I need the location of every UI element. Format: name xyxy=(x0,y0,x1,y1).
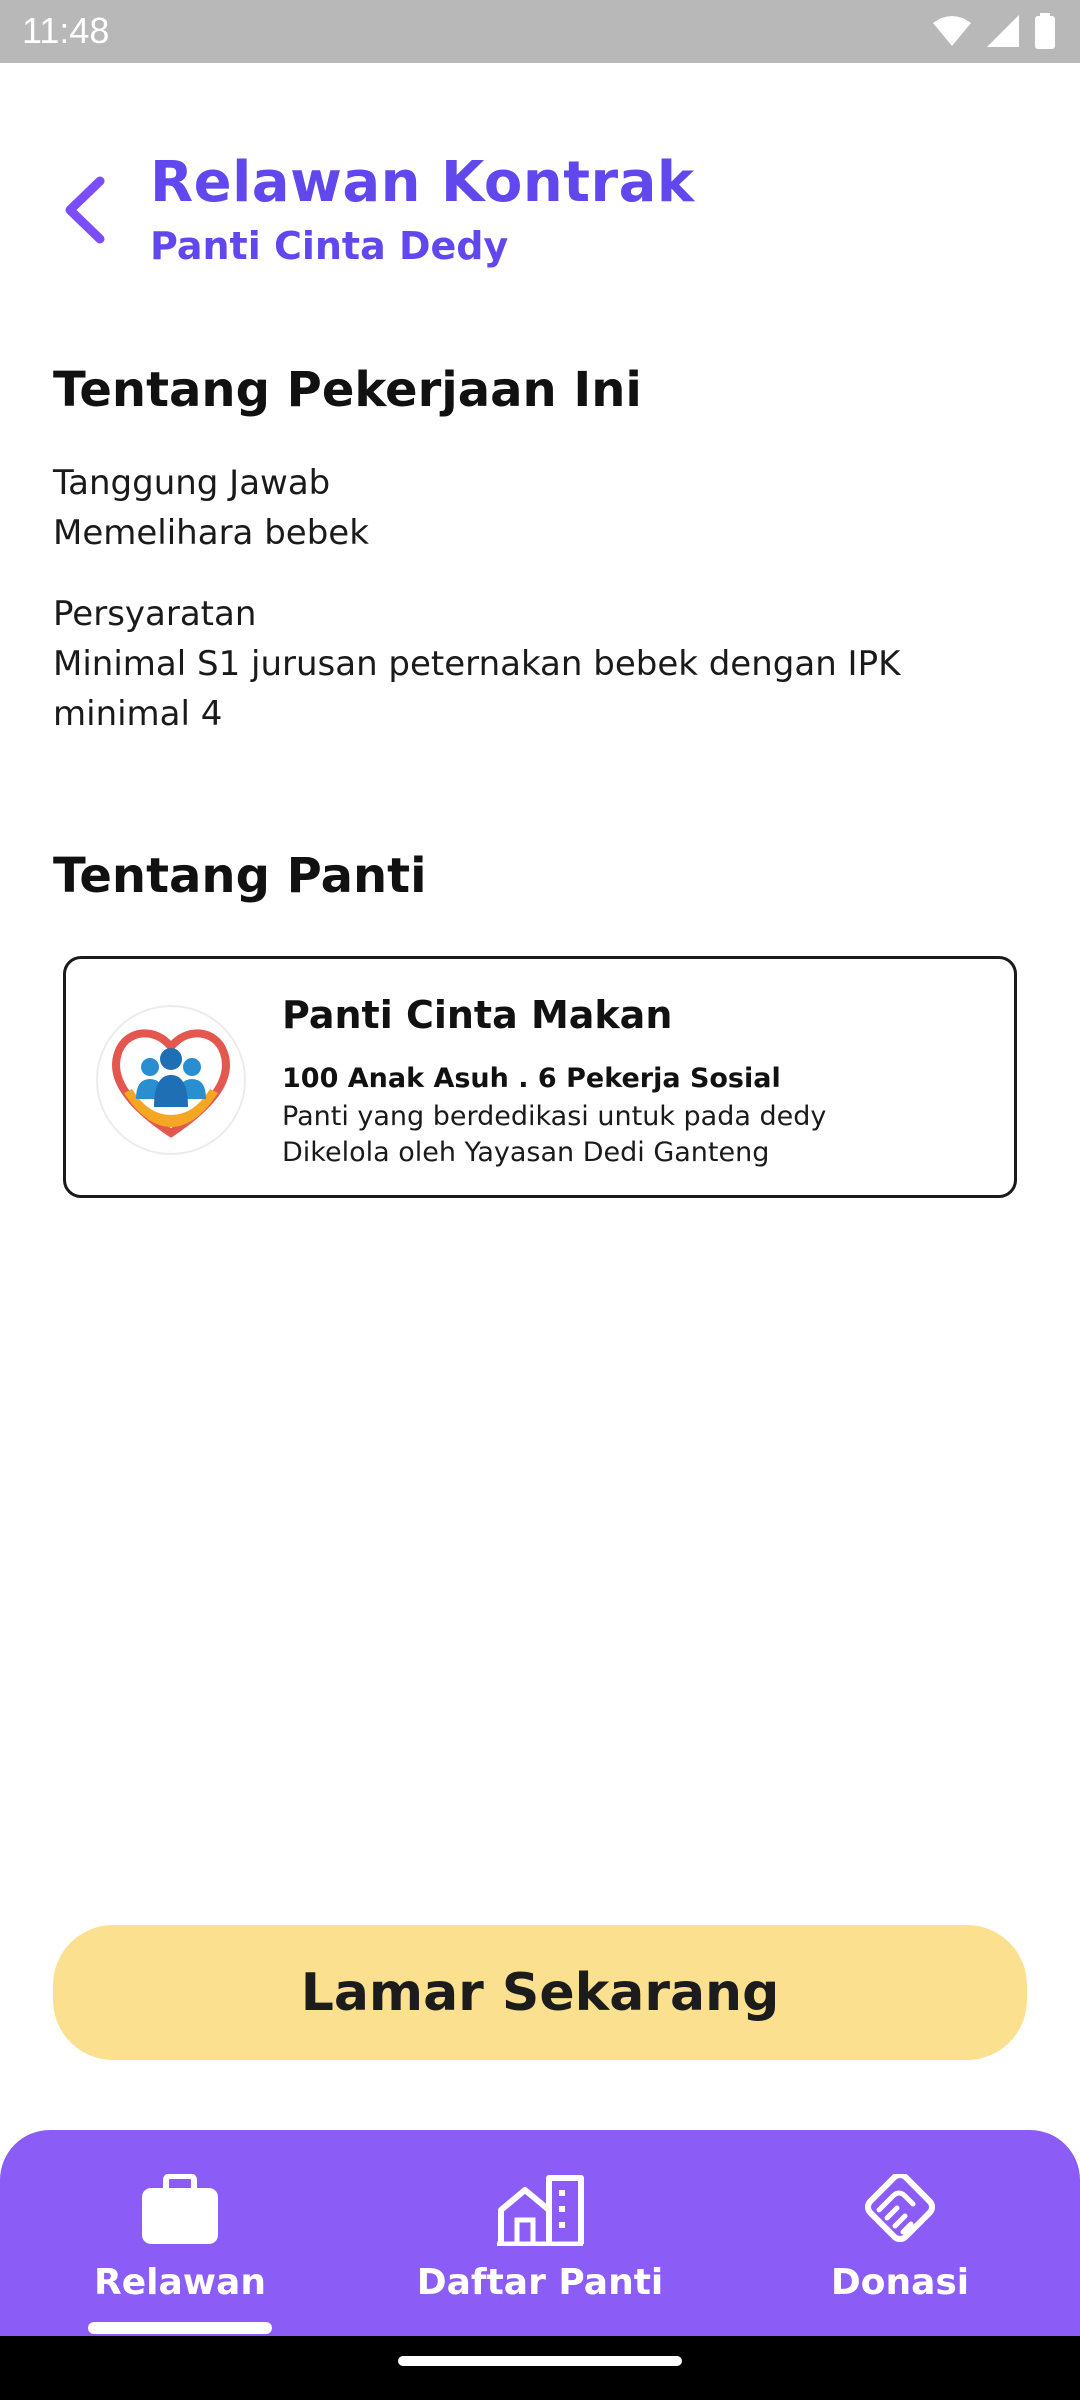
panti-logo xyxy=(96,1005,246,1155)
bottom-nav: Relawan Daftar Panti Donasi xyxy=(0,2130,1080,2336)
panti-managed-by: Dikelola oleh Yayasan Dedi Ganteng xyxy=(282,1137,770,1168)
chevron-left-icon xyxy=(65,176,105,244)
job-section-title: Tentang Pekerjaan Ini xyxy=(53,362,642,418)
panti-stats: 100 Anak Asuh . 6 Pekerja Sosial xyxy=(282,1063,781,1094)
responsibility-block: Tanggung Jawab Memelihara bebek xyxy=(53,458,1033,558)
page-title: Relawan Kontrak xyxy=(150,150,695,215)
nav-label-donasi: Donasi xyxy=(830,2262,970,2303)
apply-now-button[interactable]: Lamar Sekarang xyxy=(53,1925,1027,2060)
panti-card[interactable]: Panti Cinta Makan 100 Anak Asuh . 6 Peke… xyxy=(63,956,1017,1198)
requirements-label: Persyaratan xyxy=(53,594,257,634)
requirements-value: Minimal S1 jurusan peternakan bebek deng… xyxy=(53,644,901,734)
responsibility-value: Memelihara bebek xyxy=(53,513,369,553)
nav-label-daftar-panti: Daftar Panti xyxy=(416,2262,664,2303)
apply-now-label: Lamar Sekarang xyxy=(300,1962,780,2023)
responsibility-label: Tanggung Jawab xyxy=(53,463,331,503)
home-gesture-handle[interactable] xyxy=(398,2356,682,2366)
requirements-block: Persyaratan Minimal S1 jurusan peternaka… xyxy=(53,589,1033,739)
system-navigation-bar xyxy=(0,2336,1080,2400)
panti-description: Panti yang berdedikasi untuk pada dedy xyxy=(282,1101,827,1132)
briefcase-icon xyxy=(135,2170,225,2250)
nav-item-daftar-panti[interactable]: Daftar Panti xyxy=(390,2170,690,2320)
header: Relawan Kontrak Panti Cinta Dedy xyxy=(0,140,1080,290)
cellular-signal-icon xyxy=(987,15,1019,47)
status-icons xyxy=(932,12,1056,50)
status-time: 11:48 xyxy=(22,10,110,51)
handshake-icon xyxy=(855,2170,945,2250)
orphanage-logo-icon xyxy=(112,1029,230,1138)
back-button[interactable] xyxy=(50,170,120,250)
nav-label-relawan: Relawan xyxy=(94,2262,266,2303)
building-icon xyxy=(495,2170,585,2250)
page-subtitle: Panti Cinta Dedy xyxy=(150,224,509,268)
status-bar: 11:48 xyxy=(0,0,1080,63)
nav-item-relawan[interactable]: Relawan xyxy=(30,2170,330,2320)
active-tab-indicator xyxy=(88,2322,272,2334)
battery-icon xyxy=(1035,13,1055,49)
panti-section-title: Tentang Panti xyxy=(53,848,427,904)
wifi-icon xyxy=(933,16,971,46)
panti-description-block: Panti yang berdedikasi untuk pada dedy D… xyxy=(282,1099,826,1171)
nav-item-donasi[interactable]: Donasi xyxy=(750,2170,1050,2320)
panti-name: Panti Cinta Makan xyxy=(282,993,673,1037)
